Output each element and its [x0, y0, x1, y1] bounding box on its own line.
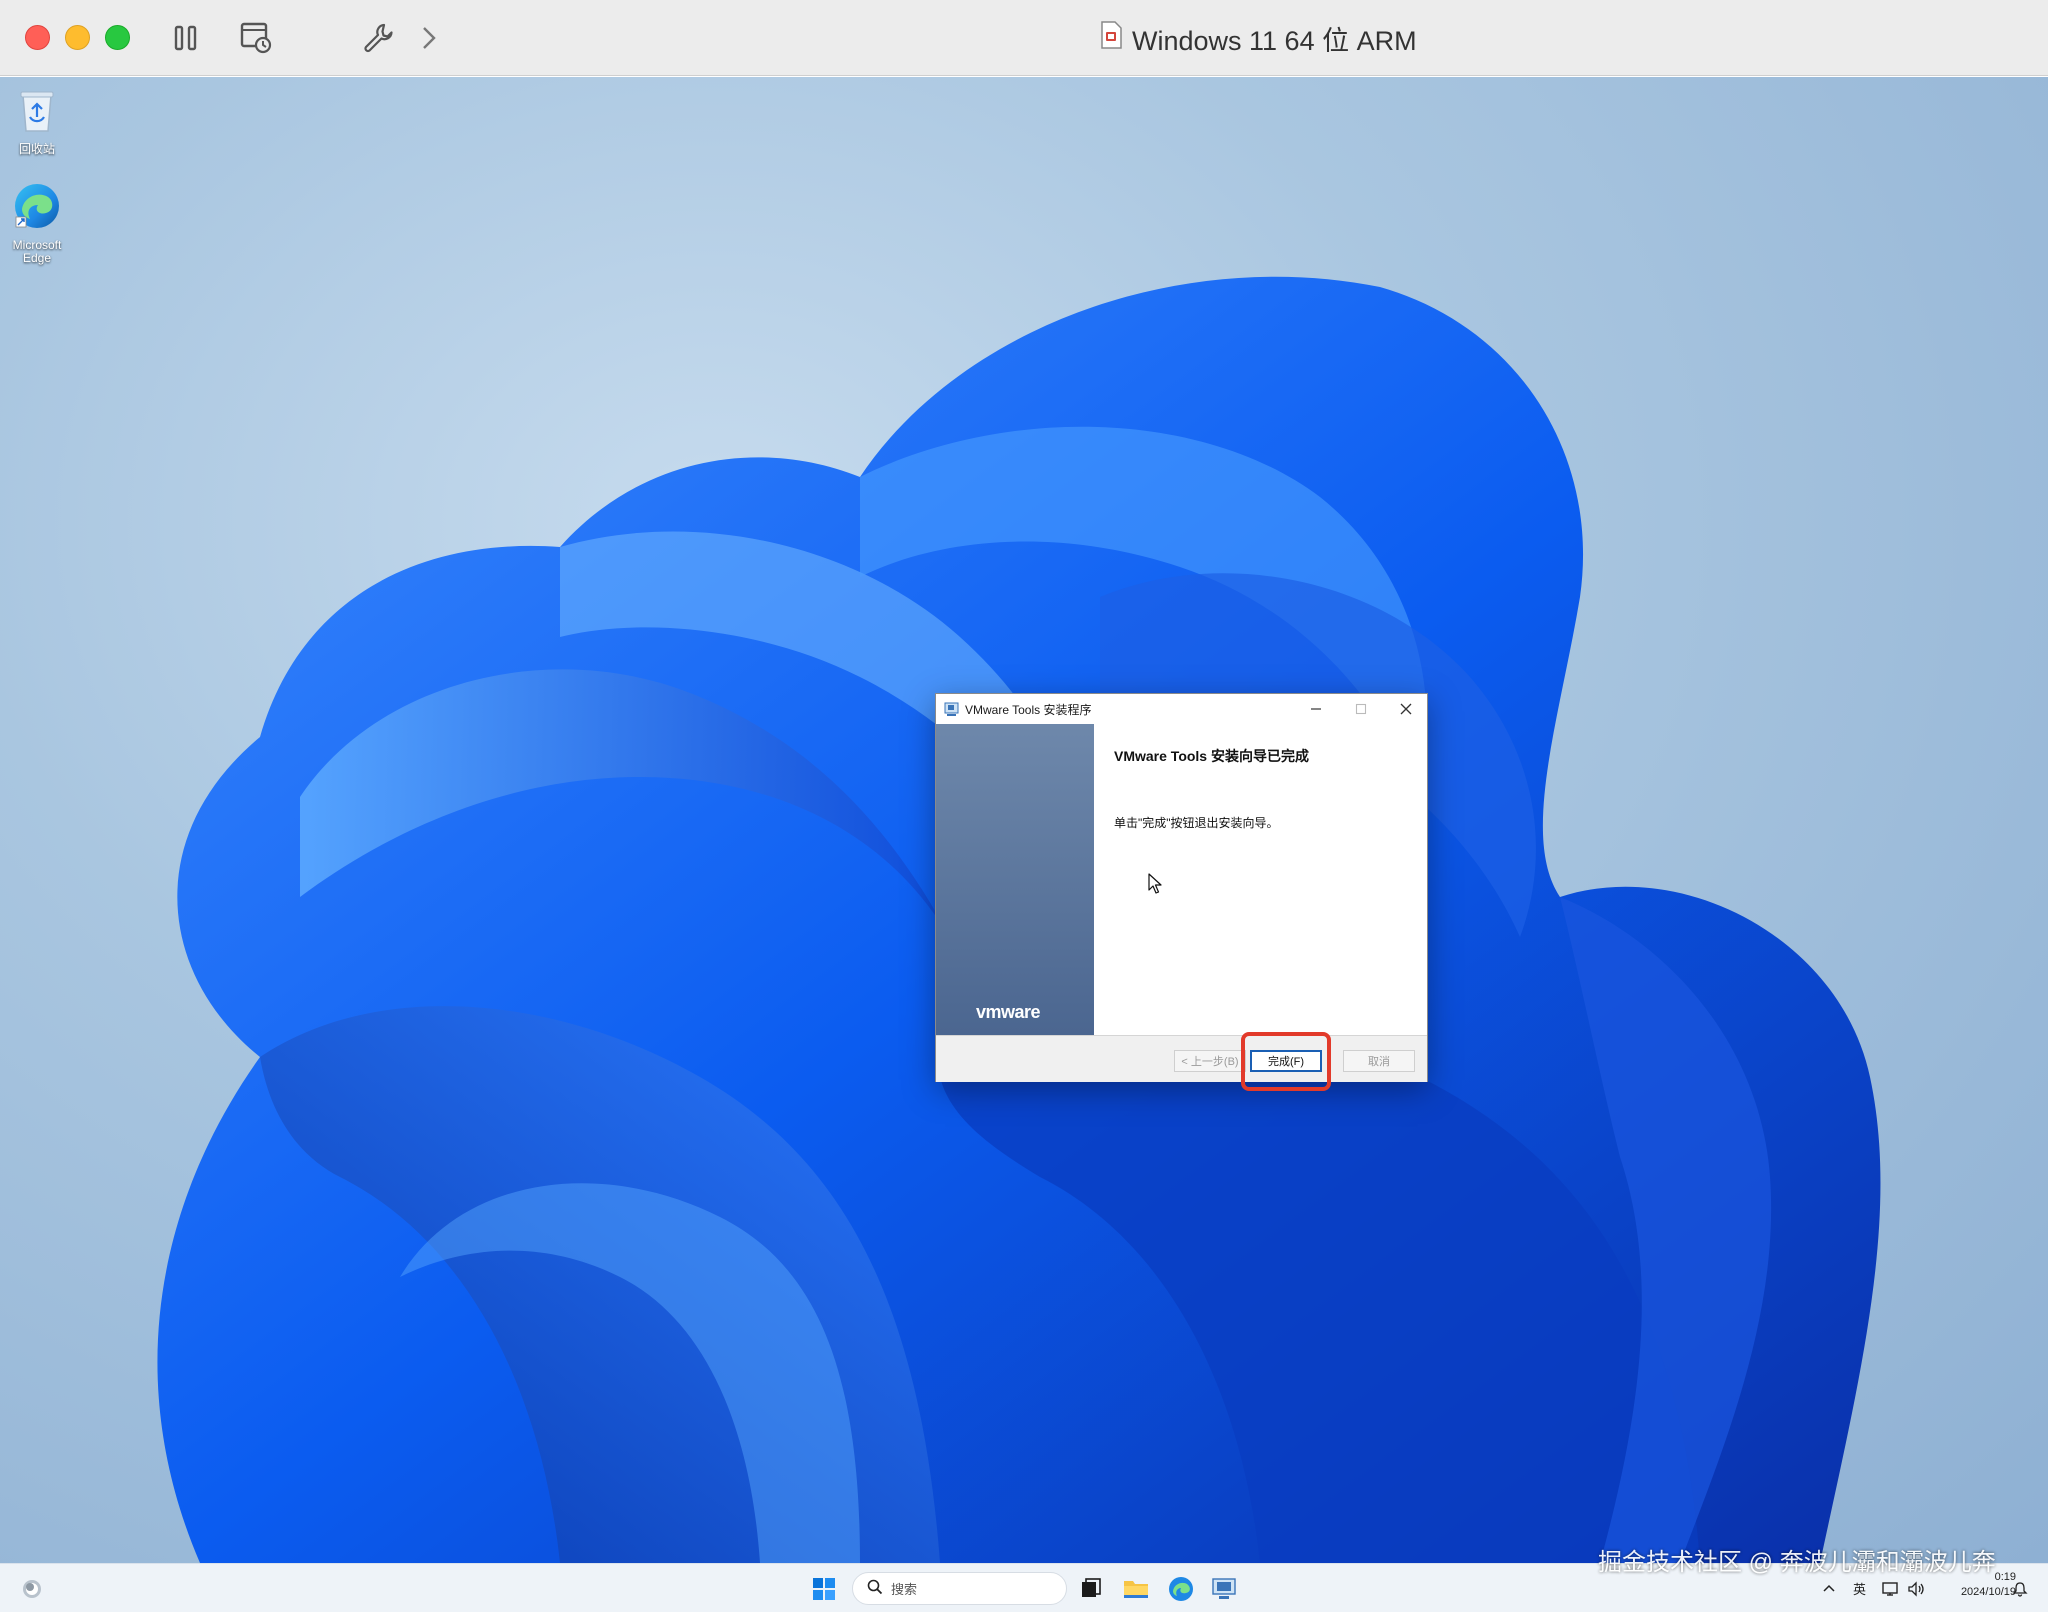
dialog-title: VMware Tools 安装程序 — [965, 702, 1092, 717]
dialog-footer: < 上一步(B) 完成(F) 取消 — [936, 1035, 1427, 1082]
pause-icon[interactable] — [166, 18, 206, 58]
taskbar-search[interactable]: 搜索 — [852, 1572, 1067, 1605]
installer-app-icon — [944, 702, 959, 717]
task-view-icon[interactable] — [1075, 1573, 1107, 1605]
desktop-icon-recycle-bin[interactable]: 回收站 — [0, 87, 74, 156]
close-window-button[interactable] — [25, 25, 50, 50]
recycle-bin-icon — [15, 87, 59, 139]
dialog-body-text: 单击"完成"按钮退出安装向导。 — [1114, 816, 1279, 830]
vm-title: Windows 11 64 位 ARM — [1100, 0, 1417, 76]
dialog-heading: VMware Tools 安装向导已完成 — [1114, 748, 1309, 764]
back-button[interactable]: < 上一步(B) — [1174, 1050, 1246, 1072]
watermark-text: 掘金技术社区 @ 奔波儿灞和灞波儿奔 — [1598, 1549, 1996, 1576]
clock-date: 2024/10/19 — [1960, 1586, 2016, 1598]
weather-icon[interactable] — [16, 1573, 48, 1605]
snapshot-icon[interactable] — [236, 18, 276, 58]
cancel-button[interactable]: 取消 — [1343, 1050, 1415, 1072]
installer-dialog: VMware Tools 安装程序 vmware VMware Tools 安装… — [935, 693, 1428, 1082]
search-placeholder: 搜索 — [891, 1582, 918, 1597]
vm-titlebar: Windows 11 64 位 ARM — [0, 0, 2048, 76]
zoom-window-button[interactable] — [105, 25, 130, 50]
start-button[interactable] — [808, 1573, 840, 1605]
notification-bell-icon[interactable] — [2012, 1564, 2028, 1613]
vmware-tools-taskbar-icon[interactable] — [1208, 1573, 1240, 1605]
search-icon — [867, 1579, 883, 1599]
mouse-cursor-icon — [1148, 873, 1164, 899]
vmware-logo: vmware — [976, 1002, 1041, 1022]
wrench-icon[interactable] — [358, 18, 398, 58]
vm-file-icon — [1100, 20, 1122, 56]
dialog-minimize-button[interactable] — [1293, 694, 1338, 724]
edge-icon — [12, 181, 62, 235]
chevron-right-icon[interactable] — [408, 18, 448, 58]
vm-title-text: Windows 11 64 位 ARM — [1132, 25, 1417, 56]
finish-button-highlight — [1241, 1032, 1331, 1091]
file-explorer-icon[interactable] — [1120, 1573, 1152, 1605]
desktop-icon-label: Microsoft Edge — [12, 238, 62, 265]
desktop-icon-edge[interactable]: Microsoft Edge — [0, 181, 74, 265]
dialog-close-button[interactable] — [1383, 694, 1428, 724]
desktop-icon-label: 回收站 — [18, 142, 55, 156]
minimize-window-button[interactable] — [65, 25, 90, 50]
dialog-maximize-button[interactable] — [1338, 694, 1383, 724]
dialog-side-banner: vmware — [936, 724, 1094, 1035]
dialog-titlebar: VMware Tools 安装程序 — [936, 694, 1427, 724]
edge-taskbar-icon[interactable] — [1165, 1573, 1197, 1605]
